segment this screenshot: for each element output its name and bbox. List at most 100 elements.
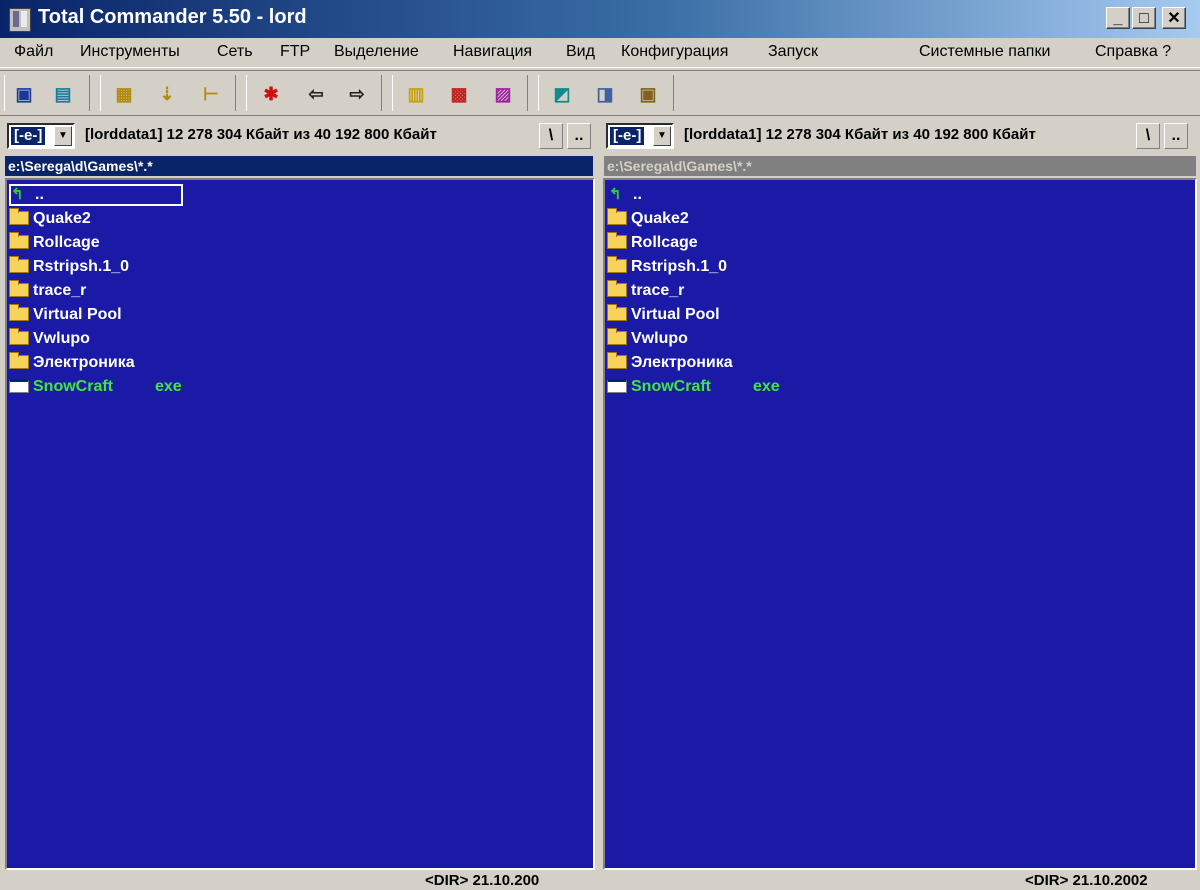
list-item-label: ..	[35, 186, 44, 203]
list-item[interactable]: Quake2	[607, 208, 689, 230]
right-path[interactable]: e:\Serega\d\Games\*.*	[604, 156, 1196, 176]
close-button[interactable]: ✕	[1162, 7, 1186, 29]
tree-icon[interactable]: ⇣	[156, 83, 178, 105]
chevron-down-icon[interactable]: ▼	[54, 126, 72, 146]
list-item-label: Virtual Pool	[631, 306, 720, 323]
folder-icon	[607, 232, 627, 249]
archive-icon[interactable]: ▥	[405, 83, 427, 105]
list-item[interactable]: Rstripsh.1_0	[607, 256, 727, 278]
folder-icon	[607, 256, 627, 273]
left-drive-bar: [-e-] ▼ [lorddata1] 12 278 304 Кбайт из …	[7, 120, 593, 154]
list-item[interactable]: Vwlupo	[9, 328, 90, 350]
explorer-icon[interactable]: ▣	[637, 83, 659, 105]
list-item[interactable]: Quake2	[9, 208, 91, 230]
exe-file-icon	[9, 379, 29, 393]
folder-icon	[607, 352, 627, 369]
list-item-ext: exe	[753, 378, 780, 395]
left-file-panel[interactable]: ↰.. Quake2 Rollcage Rstripsh.1_0 trace_r…	[5, 178, 595, 870]
left-drive-value: [-e-]	[11, 127, 46, 145]
folder-icon	[607, 280, 627, 297]
list-item[interactable]: Rollcage	[607, 232, 698, 254]
select-all-icon[interactable]: ▦	[113, 83, 135, 105]
up-folder-icon: ↰	[609, 186, 622, 203]
left-status: <DIR> 21.10.200	[425, 872, 540, 889]
right-up-button[interactable]: ..	[1164, 123, 1188, 149]
list-item-label: Quake2	[33, 210, 91, 227]
list-item-label: Электроника	[631, 354, 733, 371]
list-item[interactable]: Rollcage	[9, 232, 100, 254]
right-status: <DIR> 21.10.2002	[1025, 872, 1148, 889]
list-item[interactable]: trace_r	[607, 280, 684, 302]
menu-start[interactable]: Запуск	[768, 43, 818, 61]
list-item-label: ..	[633, 186, 642, 203]
forward-arrow-icon[interactable]: ⇨	[346, 83, 368, 105]
maximize-button[interactable]: □	[1132, 7, 1156, 29]
list-item[interactable]: ↰..	[9, 184, 183, 206]
compare-icon[interactable]: ▤	[52, 83, 74, 105]
folder-icon	[607, 208, 627, 225]
toolbar: ▣ ▤ ▦ ⇣ ⊢ ✱ ⇦ ⇨ ▥ ▩ ▨ ◩ ◨ ▣	[0, 70, 1200, 116]
list-item-label: Rollcage	[631, 234, 698, 251]
right-drive-select[interactable]: [-e-] ▼	[606, 123, 674, 149]
left-drive-select[interactable]: [-e-] ▼	[7, 123, 75, 149]
menu-config[interactable]: Конфигурация	[621, 43, 728, 61]
ftp-icon[interactable]: ▩	[448, 83, 470, 105]
url-icon[interactable]: ▨	[492, 83, 514, 105]
window-title: Total Commander 5.50 - lord	[38, 6, 307, 28]
star-icon[interactable]: ✱	[260, 83, 282, 105]
right-file-panel[interactable]: ↰.. Quake2 Rollcage Rstripsh.1_0 trace_r…	[603, 178, 1197, 870]
left-up-button[interactable]: ..	[567, 123, 591, 149]
back-arrow-icon[interactable]: ⇦	[305, 83, 327, 105]
title-bar[interactable]: Total Commander 5.50 - lord _ □ ✕	[0, 0, 1200, 38]
list-item-label: Quake2	[631, 210, 689, 227]
right-drive-value: [-e-]	[610, 127, 645, 145]
list-item[interactable]: ↰..	[607, 184, 642, 206]
chevron-down-icon[interactable]: ▼	[653, 126, 671, 146]
notepad-icon[interactable]: ◨	[594, 83, 616, 105]
right-root-button[interactable]: \	[1136, 123, 1160, 149]
app-icon[interactable]	[9, 8, 31, 32]
edit-icon[interactable]: ◩	[551, 83, 573, 105]
list-item[interactable]: Vwlupo	[607, 328, 688, 350]
list-item-label: trace_r	[33, 282, 87, 299]
folder-icon	[9, 232, 29, 249]
list-item[interactable]: Электроника	[9, 352, 135, 374]
menu-ftp[interactable]: FTP	[280, 43, 310, 61]
menu-system-folders[interactable]: Системные папки	[919, 43, 1050, 61]
list-item-label: Vwlupo	[631, 330, 688, 347]
save-icon[interactable]: ▣	[13, 83, 35, 105]
folder-icon	[9, 328, 29, 345]
menu-selection[interactable]: Выделение	[334, 43, 419, 61]
menu-bar: Файл Инструменты Сеть FTP Выделение Нави…	[0, 38, 1200, 68]
list-item[interactable]: trace_r	[9, 280, 86, 302]
list-item[interactable]: Virtual Pool	[607, 304, 720, 326]
list-item[interactable]: Virtual Pool	[9, 304, 122, 326]
list-item[interactable]: SnowCraft exe	[607, 376, 907, 398]
left-path[interactable]: e:\Serega\d\Games\*.*	[5, 156, 593, 176]
list-item-label: Rollcage	[33, 234, 100, 251]
list-item[interactable]: SnowCraft exe	[9, 376, 309, 398]
list-item[interactable]: Rstripsh.1_0	[9, 256, 129, 278]
right-drive-bar: [-e-] ▼ [lorddata1] 12 278 304 Кбайт из …	[606, 120, 1192, 154]
folder-tree-icon[interactable]: ⊢	[200, 83, 222, 105]
list-item-label: SnowCraft	[33, 378, 113, 395]
menu-navigation[interactable]: Навигация	[453, 43, 532, 61]
left-root-button[interactable]: \	[539, 123, 563, 149]
list-item-label: trace_r	[631, 282, 685, 299]
folder-icon	[9, 208, 29, 225]
menu-network[interactable]: Сеть	[217, 43, 253, 61]
menu-help[interactable]: Справка ?	[1095, 43, 1171, 61]
folder-icon	[9, 352, 29, 369]
minimize-button[interactable]: _	[1106, 7, 1130, 29]
folder-icon	[607, 328, 627, 345]
list-item-label: Vwlupo	[33, 330, 90, 347]
menu-view[interactable]: Вид	[566, 43, 595, 61]
up-folder-icon: ↰	[11, 186, 24, 203]
list-item-label: Virtual Pool	[33, 306, 122, 323]
list-item[interactable]: Электроника	[607, 352, 733, 374]
list-item-label: Rstripsh.1_0	[631, 258, 728, 275]
menu-tools[interactable]: Инструменты	[80, 43, 180, 61]
menu-file[interactable]: Файл	[14, 43, 53, 61]
left-drive-info: [lorddata1] 12 278 304 Кбайт из 40 192 8…	[85, 126, 437, 143]
list-item-label: Rstripsh.1_0	[33, 258, 130, 275]
